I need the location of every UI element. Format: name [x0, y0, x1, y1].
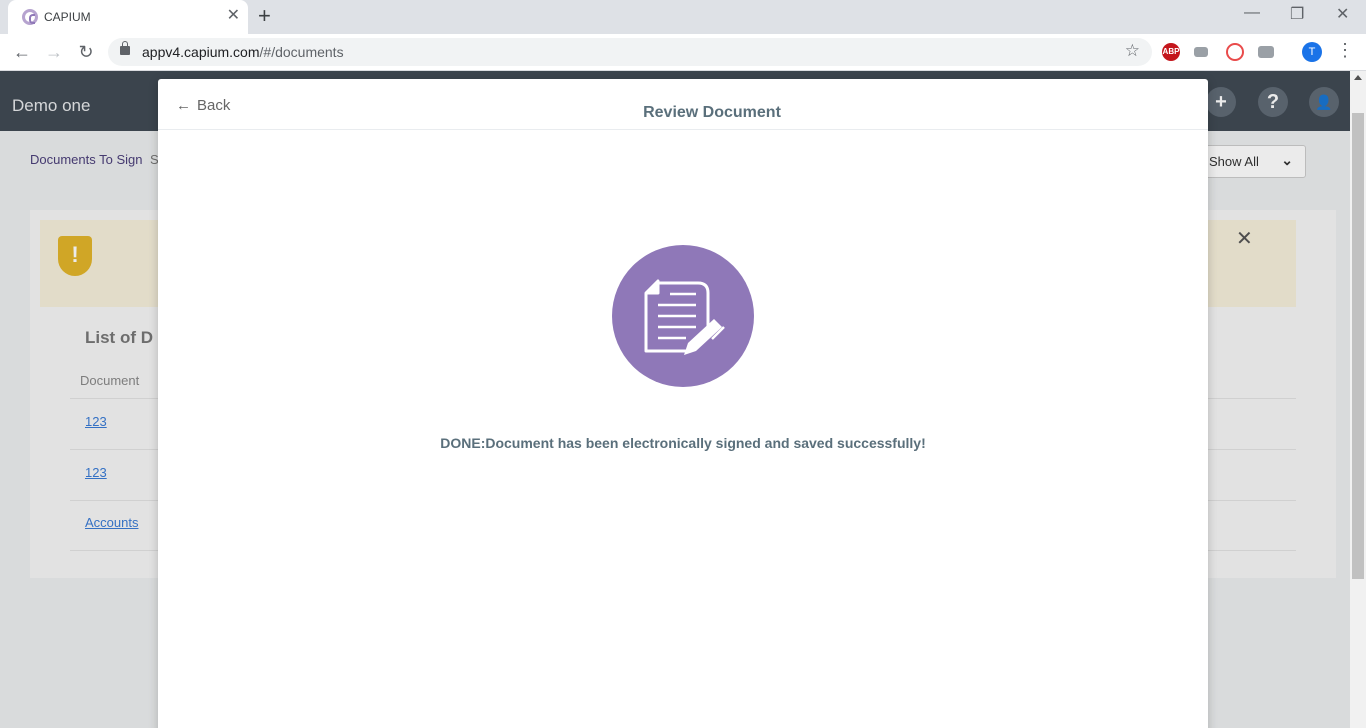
adblock-extension-icon[interactable]: ABP: [1162, 43, 1180, 61]
scroll-up-arrow-icon[interactable]: [1354, 75, 1362, 80]
forward-nav-icon[interactable]: →: [42, 40, 66, 64]
page-scrollbar[interactable]: [1350, 71, 1366, 728]
profile-avatar[interactable]: T: [1302, 42, 1322, 62]
restore-icon[interactable]: ❐: [1290, 4, 1304, 24]
url-text: appv4.capium.com/#/documents: [142, 44, 344, 60]
lock-icon: [120, 41, 130, 55]
camera-extension-icon[interactable]: [1258, 46, 1274, 58]
browser-menu-icon[interactable]: ⋮: [1336, 41, 1354, 59]
window-close-icon[interactable]: ✕: [1336, 4, 1349, 24]
swirl-extension-icon[interactable]: [1226, 43, 1244, 61]
tab-close-icon[interactable]: ✕: [227, 8, 240, 24]
address-bar[interactable]: appv4.capium.com/#/documents ☆: [108, 38, 1152, 66]
app-viewport: Demo one + ? 👤 Documents To Sign S Show …: [0, 71, 1350, 728]
screen-extension-icon[interactable]: [1194, 47, 1208, 57]
signed-document-icon: [612, 245, 754, 387]
browser-toolbar: ← → ↻ appv4.capium.com/#/documents ☆ ABP…: [0, 34, 1366, 71]
review-document-modal: ← Back Review Document DONE:Document has …: [158, 79, 1208, 728]
reload-icon[interactable]: ↻: [74, 40, 98, 64]
scroll-thumb[interactable]: [1352, 113, 1364, 579]
new-tab-button[interactable]: +: [258, 5, 271, 27]
browser-tabstrip: CAPIUM ✕ + — ❐ ✕: [0, 0, 1366, 34]
tab-title: CAPIUM: [44, 10, 91, 24]
back-nav-icon[interactable]: ←: [10, 40, 34, 64]
capium-favicon-icon: [22, 9, 38, 25]
minimize-icon[interactable]: —: [1244, 4, 1260, 22]
status-message: DONE:Document has been electronically si…: [440, 435, 926, 451]
bookmark-star-icon[interactable]: ☆: [1125, 41, 1140, 61]
modal-title: Review Document: [643, 104, 781, 121]
modal-header: ← Back Review Document: [158, 79, 1208, 130]
browser-tab[interactable]: CAPIUM ✕: [8, 0, 248, 34]
